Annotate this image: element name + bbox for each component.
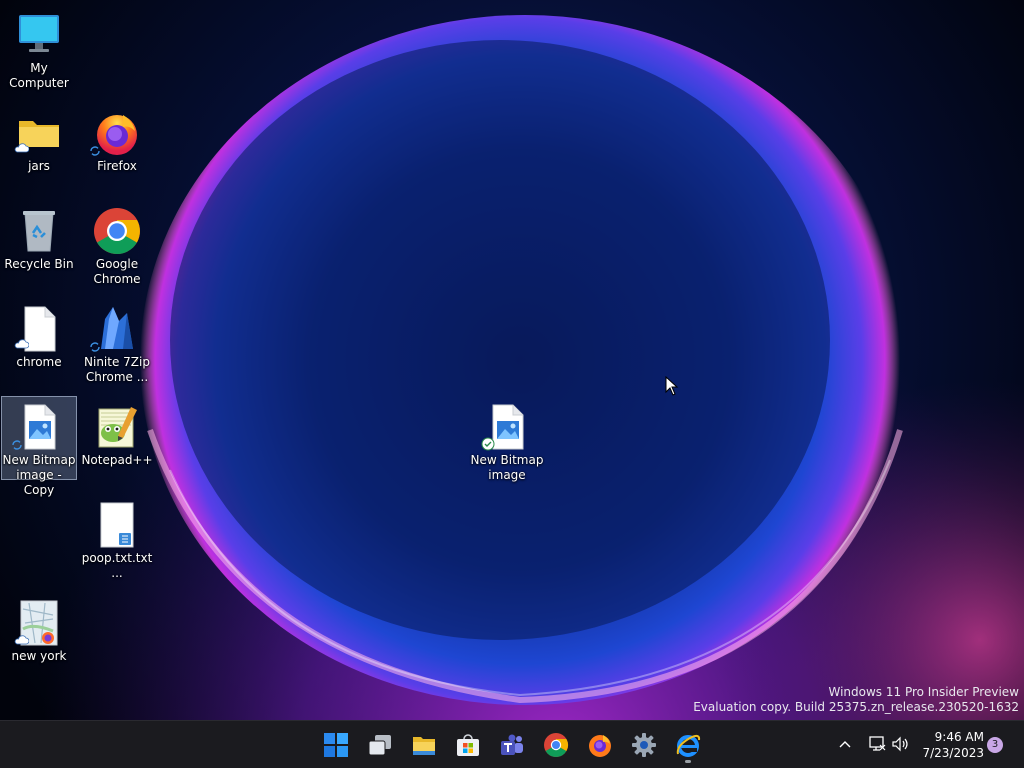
sync-status-icon xyxy=(90,342,100,352)
watermark-build: Evaluation copy. Build 25375.zn_release.… xyxy=(693,700,1019,714)
desktop-icon-label: Google Chrome xyxy=(93,257,141,286)
desktop-icon-new-bitmap-copy[interactable]: New Bitmap image - Copy xyxy=(1,396,77,497)
notification-badge[interactable]: 3 xyxy=(987,737,1003,753)
file-explorer-button[interactable] xyxy=(405,726,443,764)
desktop-icon-label: poop.txt.txt... xyxy=(81,551,153,580)
text-file-icon xyxy=(93,501,141,549)
file-explorer-icon xyxy=(413,737,435,755)
sync-status-icon xyxy=(90,146,100,156)
desktop-icon-label: My Computer xyxy=(9,61,69,90)
desktop-icon-label: jars xyxy=(28,159,50,173)
desktop-icon-label: chrome xyxy=(16,355,62,369)
desktop-icon-ninite[interactable]: Ninite 7Zip Chrome ... xyxy=(79,298,155,384)
desktop-icon-recycle-bin[interactable]: Recycle Bin xyxy=(1,200,77,284)
clock-date: 7/23/2023 xyxy=(922,746,984,760)
desktop-icon-jars[interactable]: jars xyxy=(1,102,77,186)
cloud-status-icon xyxy=(14,339,29,349)
desktop-icon-my-computer[interactable]: My Computer xyxy=(1,4,77,90)
teams-button[interactable] xyxy=(493,726,531,764)
firefox-icon xyxy=(90,109,141,157)
taskbar: 9:46 AM 7/23/2023 3 xyxy=(0,720,1024,768)
folder-icon xyxy=(14,109,63,157)
cloud-status-icon xyxy=(14,635,29,645)
network-icon xyxy=(869,736,886,751)
settings-button[interactable] xyxy=(625,726,663,764)
windows-watermark: Windows 11 Pro Insider Preview Evaluatio… xyxy=(693,685,1019,715)
recycle-bin-icon xyxy=(15,207,63,255)
chrome-icon xyxy=(93,207,141,255)
firefox-badge-icon xyxy=(42,632,54,644)
taskbar-clock[interactable]: 9:46 AM 7/23/2023 xyxy=(922,729,984,761)
monitor-icon xyxy=(15,11,63,59)
desktop-icon-poop-txt[interactable]: poop.txt.txt... xyxy=(79,494,155,580)
desktop-icon-label: New Bitmap image xyxy=(470,453,544,482)
desktop-icon-firefox[interactable]: Firefox xyxy=(79,102,155,186)
desktop-icon-label: New Bitmap image - Copy xyxy=(2,453,76,497)
desktop-icon-label: Ninite 7Zip Chrome ... xyxy=(84,355,150,384)
ninite-icon xyxy=(90,305,141,353)
show-hidden-icons-button[interactable] xyxy=(834,733,856,755)
firefox-icon xyxy=(589,735,611,757)
desktop-icon-label: Notepad++ xyxy=(81,453,153,467)
desktop-icon-notepad-plus-plus[interactable]: Notepad++ xyxy=(79,396,155,480)
volume-icon xyxy=(892,736,908,752)
desktop-icon-chrome-file[interactable]: chrome xyxy=(1,298,77,382)
chevron-up-icon xyxy=(839,741,851,748)
settings-icon xyxy=(632,733,656,757)
clock-time: 9:46 AM xyxy=(934,730,984,744)
start-button[interactable] xyxy=(317,726,355,764)
desktop-icon-google-chrome[interactable]: Google Chrome xyxy=(79,200,155,286)
desktop-icon-label: Firefox xyxy=(97,159,137,173)
mouse-cursor-icon xyxy=(665,376,679,396)
microsoft-store-icon xyxy=(457,734,479,756)
task-view-button[interactable] xyxy=(361,726,399,764)
volume-button[interactable] xyxy=(889,733,911,755)
firefox-taskbar-button[interactable] xyxy=(581,726,619,764)
desktop[interactable]: My Computer jars Recycle Bin chrome New … xyxy=(0,0,1024,720)
desktop-icon-label: Recycle Bin xyxy=(4,257,74,271)
sync-status-icon xyxy=(12,440,22,450)
desktop-icon-new-york[interactable]: new york xyxy=(1,592,77,676)
chrome-taskbar-button[interactable] xyxy=(537,726,575,764)
bitmap-file-icon xyxy=(12,403,63,451)
internet-explorer-button[interactable] xyxy=(669,726,707,764)
map-file-icon xyxy=(14,599,63,647)
task-view-icon xyxy=(368,735,391,756)
blank-file-icon xyxy=(14,305,63,353)
microsoft-store-button[interactable] xyxy=(449,726,487,764)
network-button[interactable] xyxy=(866,733,888,755)
synced-check-icon xyxy=(481,437,495,451)
notepad-plus-plus-icon xyxy=(93,403,141,451)
desktop-icon-new-bitmap[interactable]: New Bitmap image xyxy=(469,396,545,482)
desktop-icon-label: new york xyxy=(11,649,67,663)
chrome-icon xyxy=(544,733,569,757)
cloud-status-icon xyxy=(14,143,29,153)
teams-icon xyxy=(501,734,523,755)
bitmap-file-icon xyxy=(481,403,531,451)
start-icon xyxy=(324,733,348,757)
internet-explorer-icon xyxy=(676,734,701,757)
watermark-edition: Windows 11 Pro Insider Preview xyxy=(828,685,1019,699)
